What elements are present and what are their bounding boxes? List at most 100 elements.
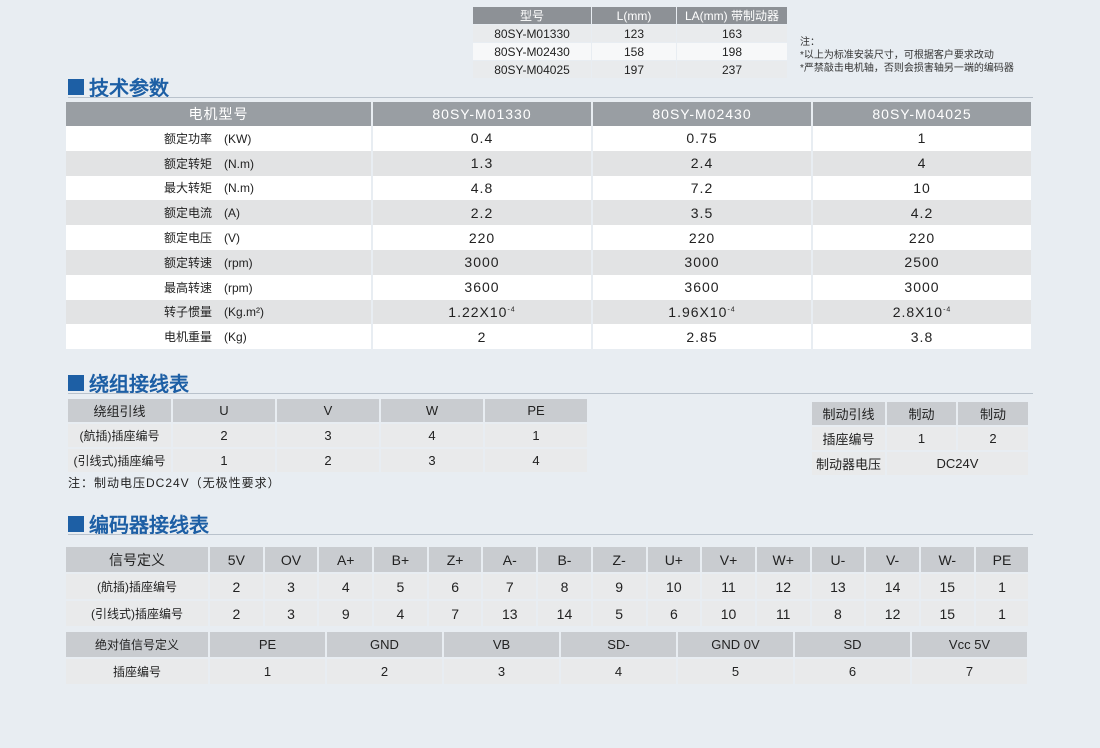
table-cell: 3 [264,574,318,599]
table-cell: 220 [593,225,811,250]
table-cell: 6 [795,659,910,684]
table-cell: 237 [677,61,787,78]
table-cell: 3 [264,601,318,626]
table-cell: 7 [428,601,482,626]
notes: 注： *以上为标准安装尺寸，可根据客户要求改动 *严禁敲击电机轴，否则会损害轴另… [800,36,1014,75]
table-cell: 220 [373,225,591,250]
col-header: Z+ [428,547,482,572]
col-header: U- [811,547,865,572]
col-header: OV [264,547,318,572]
notes-line: *以上为标准安装尺寸，可根据客户要求改动 [800,50,994,61]
col-header: PE [210,632,325,657]
col-header: 制动引线 [812,402,885,425]
divider [68,97,1033,98]
table-cell: 80SY-M04025 [473,61,591,78]
table-cell: 198 [677,43,787,60]
param-label: 额定电压 (V) [66,225,371,250]
square-bullet-icon [68,78,84,95]
col-header: 信号定义 [66,547,208,572]
table-cell: 4 [813,150,1031,176]
col-header: 绝对值信号定义 [66,632,208,657]
param-label: 转子惯量 (Kg.m²) [66,299,371,325]
table-cell: 8 [811,601,865,626]
row-label: 插座编号 [66,659,208,684]
brake-table: 制动引线 制动 制动 插座编号 1 2 制动器电压 DC24V [810,400,1030,477]
table-cell: 2.8X10-4 [813,299,1031,325]
col-header: W- [920,547,974,572]
table-cell: 1.22X10-4 [373,299,591,325]
table-cell: 11 [702,574,755,599]
table-cell: 2.4 [593,150,811,176]
table-cell: 3000 [373,249,591,275]
table-cell: 2 [210,574,263,599]
spec-table: 电机型号 80SY-M01330 80SY-M02430 80SY-M04025… [64,102,1033,350]
table-cell: 2500 [813,249,1031,275]
table-cell: 7 [483,574,537,599]
table-cell: 9 [592,574,646,599]
table-cell: 3 [444,659,559,684]
row-label: 插座编号 [812,427,885,450]
col-header: Vcc 5V [912,632,1027,657]
table-cell: 1 [485,424,587,447]
col-header: A+ [319,547,373,572]
brake-voltage-note: 注：制动电压DC24V（无极性要求） [68,476,281,490]
col-header: GND 0V [678,632,793,657]
table-cell: 14 [866,574,919,599]
col-header: VB [444,632,559,657]
table-cell: 4 [319,574,373,599]
table-cell: 4 [485,449,587,472]
notes-line: *严禁敲击电机轴，否则会损害轴另一端的编码器 [800,63,1014,74]
square-bullet-icon [68,374,84,391]
table-cell: DC24V [887,452,1028,475]
table-cell: 3 [277,424,379,447]
divider [68,393,1033,394]
col-header: 5V [210,547,263,572]
col-header: LA(mm) 带制动器 [677,7,787,24]
col-header: 80SY-M02430 [593,102,811,126]
divider [68,534,1033,535]
col-header: W+ [756,547,810,572]
table-cell: 5 [374,574,427,599]
table-cell: 5 [592,601,646,626]
notes-title: 注： [800,37,820,48]
table-cell: 3000 [813,274,1031,300]
table-cell: 2 [210,601,263,626]
param-label: 额定转矩 (N.m) [66,150,371,176]
row-label: 制动器电压 [812,452,885,475]
row-label: (航插)插座编号 [66,574,208,599]
table-cell: 2 [958,427,1028,450]
table-cell: 13 [811,574,865,599]
table-cell: 3600 [373,274,591,300]
col-header: Z- [592,547,646,572]
table-cell: 197 [592,61,676,78]
table-cell: 1 [210,659,325,684]
col-header: SD- [561,632,676,657]
param-label: 电机重量 (Kg) [66,324,371,350]
col-header: V+ [702,547,755,572]
table-cell: 10 [702,601,755,626]
table-cell: 11 [756,601,810,626]
table-cell: 3.5 [593,200,811,226]
col-header: GND [327,632,442,657]
table-cell: 12 [756,574,810,599]
encoder-table: 信号定义 5V OV A+ B+ Z+ A- B- Z- U+ V+ W+ U-… [64,545,1030,628]
table-cell: 0.75 [593,126,811,151]
table-cell: 3 [381,449,483,472]
col-header: L(mm) [592,7,676,24]
param-label: 最高转速 (rpm) [66,274,371,300]
row-label: (航插)插座编号 [68,424,171,447]
table-cell: 15 [920,601,974,626]
table-cell: 13 [483,601,537,626]
col-header: W [381,399,483,422]
table-cell: 7 [912,659,1027,684]
table-cell: 4 [374,601,427,626]
table-cell: 6 [647,601,701,626]
table-cell: 3600 [593,274,811,300]
winding-table: 绕组引线 U V W PE (航插)插座编号 2 3 4 1 (引线式)插座编号… [66,397,589,474]
table-cell: 1 [975,601,1029,626]
table-cell: 123 [592,25,676,42]
col-header: 80SY-M04025 [813,102,1031,126]
square-bullet-icon [68,515,84,532]
col-header: B- [538,547,591,572]
col-header: A- [483,547,537,572]
